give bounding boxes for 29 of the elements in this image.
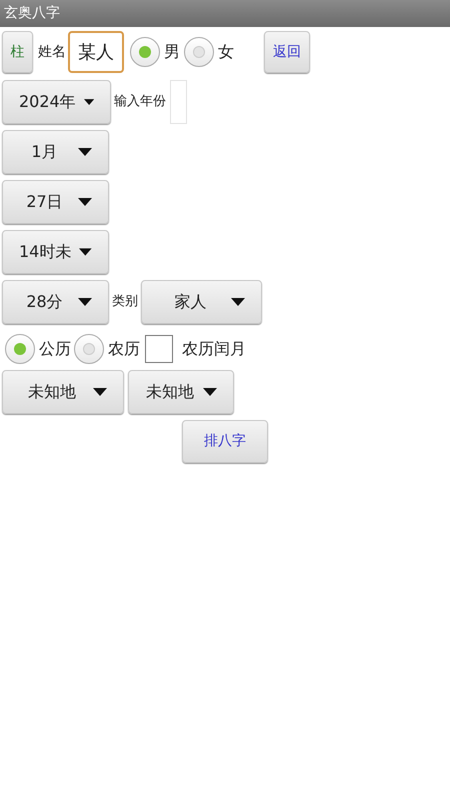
- location-dropdown[interactable]: 未知地: [128, 370, 234, 414]
- caret-icon: [78, 298, 92, 306]
- location-dropdown[interactable]: 未知地: [2, 370, 124, 414]
- category-label: 类别: [112, 293, 138, 312]
- caret-icon: [93, 388, 107, 396]
- pillar-button[interactable]: 柱: [2, 31, 33, 73]
- month-dropdown[interactable]: 1月: [2, 130, 109, 174]
- year-input-label: 输入年份: [114, 93, 166, 112]
- submit-button[interactable]: 排八字: [182, 420, 268, 463]
- caret-icon: [231, 298, 245, 306]
- name-label: 姓名: [38, 42, 66, 62]
- caret-icon: [78, 198, 92, 206]
- hour-dropdown[interactable]: 14时未: [2, 230, 109, 274]
- back-button[interactable]: 返回: [264, 31, 310, 73]
- day-dropdown[interactable]: 27日: [2, 180, 109, 224]
- name-field[interactable]: 某人: [68, 31, 124, 73]
- category-dropdown[interactable]: 家人: [141, 280, 262, 324]
- radio-option[interactable]: 农历: [74, 334, 140, 364]
- caret-icon: [84, 98, 94, 106]
- caret-icon: [79, 248, 92, 256]
- leap-month-checkbox[interactable]: [145, 335, 173, 363]
- leap-month-label: 农历闰月: [182, 338, 246, 360]
- radio-option[interactable]: 公历: [5, 334, 71, 364]
- caret-icon: [78, 148, 92, 156]
- year-input-field[interactable]: [170, 80, 187, 124]
- window-title: 玄奥八字: [4, 4, 60, 23]
- year-dropdown[interactable]: 2024年: [2, 80, 111, 124]
- minute-dropdown[interactable]: 28分: [2, 280, 109, 324]
- caret-icon: [203, 388, 217, 396]
